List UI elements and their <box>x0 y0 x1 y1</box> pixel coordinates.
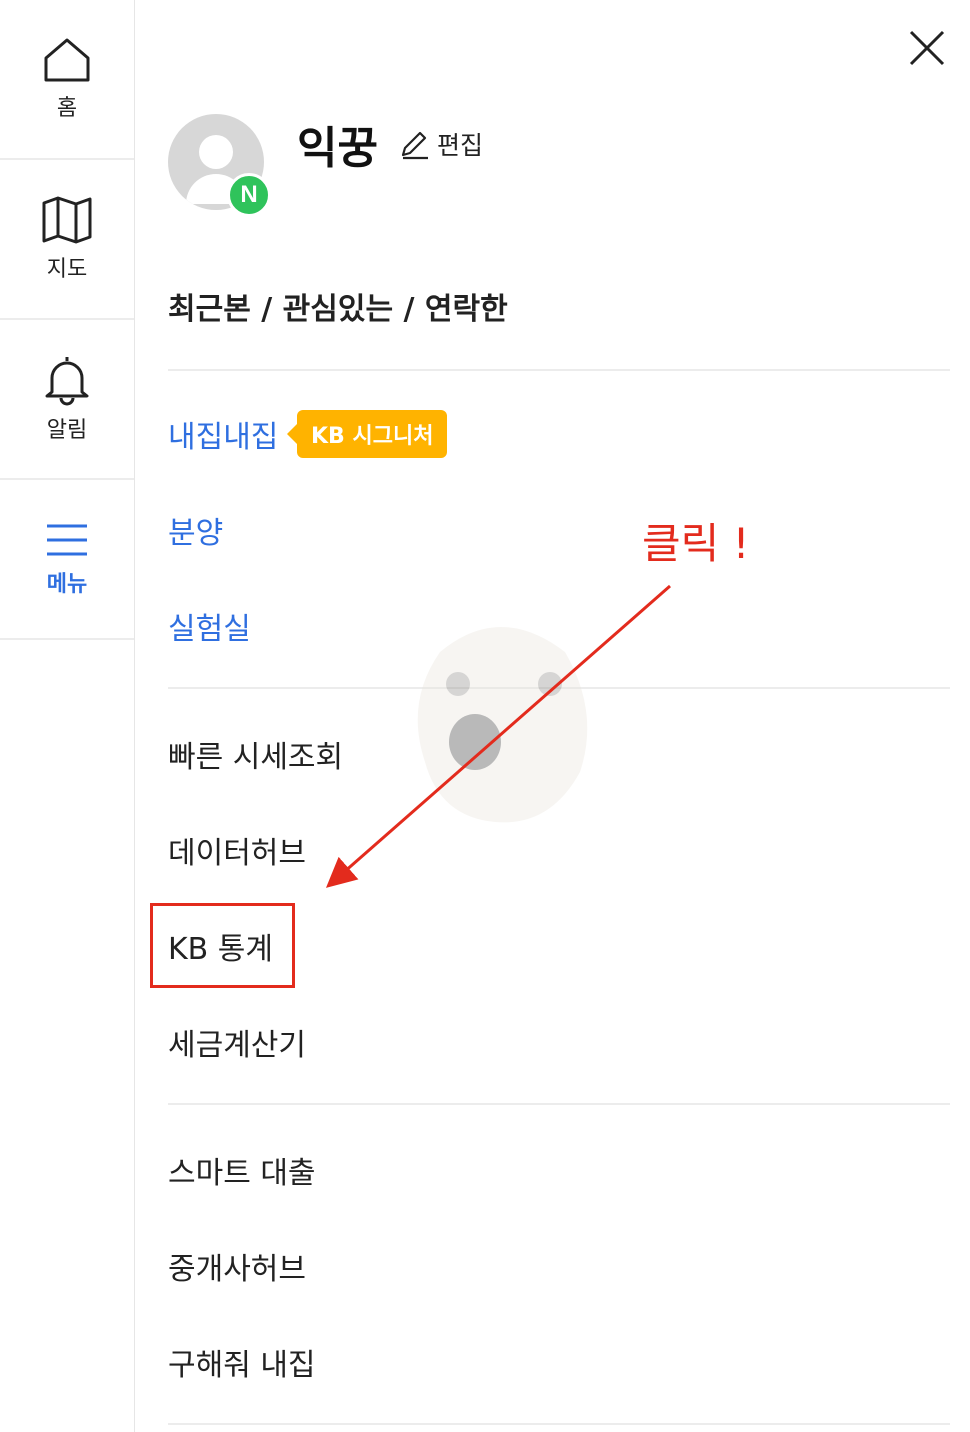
close-icon <box>909 30 945 66</box>
rail-item-notifications[interactable]: 알림 <box>0 320 134 480</box>
close-button[interactable] <box>905 26 949 70</box>
divider <box>168 1103 950 1105</box>
annotation-arrow <box>325 584 671 888</box>
side-rail: 홈 지도 알림 메뉴 <box>0 0 135 1432</box>
pencil-icon <box>401 131 428 160</box>
highlight-box <box>150 903 295 988</box>
edit-profile-button[interactable]: 편집 <box>397 126 483 162</box>
edit-label: 편집 <box>437 131 484 160</box>
divider <box>168 369 950 371</box>
menu-item-tax-calculator[interactable]: 세금계산기 <box>168 1020 306 1064</box>
username: 익꿍 <box>297 123 378 174</box>
rail-label-map: 지도 <box>46 257 88 282</box>
menu-item-agent-hub[interactable]: 중개사허브 <box>168 1244 306 1288</box>
menu-icon <box>47 524 87 556</box>
rail-label-notifications: 알림 <box>46 418 88 443</box>
rail-item-menu[interactable]: 메뉴 <box>0 480 134 640</box>
annotation-click-label: 클릭 ! <box>642 519 750 568</box>
naver-badge: N <box>227 173 271 217</box>
rail-label-menu: 메뉴 <box>46 572 88 597</box>
home-icon <box>44 38 90 82</box>
divider <box>168 1423 950 1425</box>
menu-item-smart-loan[interactable]: 스마트 대출 <box>168 1148 316 1192</box>
rail-label-home: 홈 <box>56 96 78 121</box>
menu-drawer: N 익꿍 편집 최근본 / 관심있는 / 연락한 내집내집 KB 시그니처 분양… <box>135 0 970 1432</box>
menu-item-data-hub[interactable]: 데이터허브 <box>168 828 306 872</box>
rail-item-home[interactable]: 홈 <box>0 0 134 160</box>
recent-interest-contacted-link[interactable]: 최근본 / 관심있는 / 연락한 <box>168 284 508 328</box>
avatar: N <box>168 114 271 217</box>
menu-item-lab[interactable]: 실험실 <box>168 604 251 648</box>
map-icon <box>42 196 92 244</box>
menu-item-my-home[interactable]: 내집내집 <box>168 412 278 456</box>
menu-item-presale[interactable]: 분양 <box>168 508 223 552</box>
rail-item-map[interactable]: 지도 <box>0 160 134 320</box>
kb-signature-badge: KB 시그니처 <box>286 410 448 458</box>
menu-item-find-my-home[interactable]: 구해줘 내집 <box>168 1340 316 1384</box>
bell-icon <box>45 357 89 406</box>
